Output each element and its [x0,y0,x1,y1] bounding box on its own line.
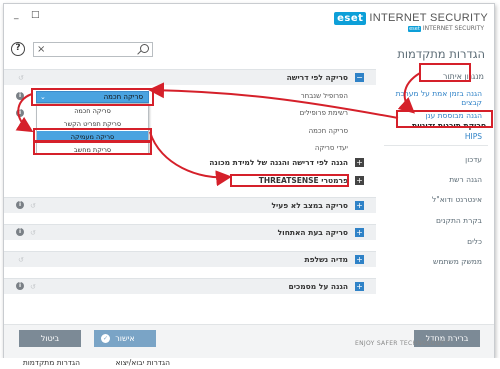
arrow [149,131,232,187]
arrow [15,93,34,133]
arrow [397,72,421,114]
highlight-box [419,63,471,82]
arrow [148,82,399,119]
highlight-box [396,110,493,128]
annotation-arrows [15,63,493,187]
